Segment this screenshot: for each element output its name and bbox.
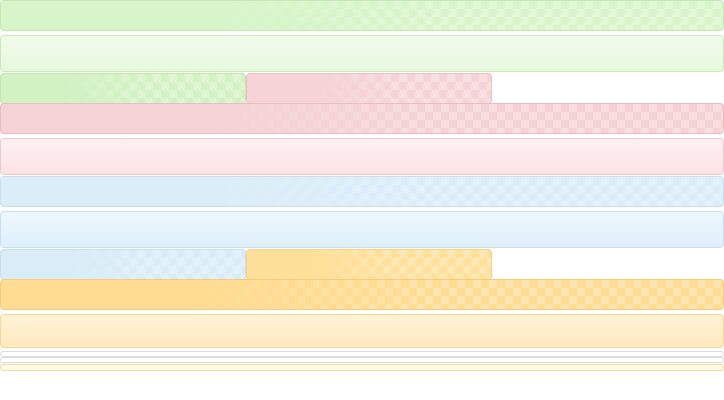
red-tab[interactable] xyxy=(246,73,492,104)
blue-header-bar xyxy=(0,176,724,207)
orange-header-bar xyxy=(0,279,724,310)
thin-strip-3 xyxy=(0,364,724,371)
red-body-panel xyxy=(0,138,724,175)
thin-strip-2 xyxy=(0,357,724,363)
blue-tab[interactable] xyxy=(0,249,246,280)
theme-swatch-sheet xyxy=(0,0,724,400)
green-header-bar xyxy=(0,0,724,31)
orange-tab[interactable] xyxy=(246,249,492,280)
blue-body-panel xyxy=(0,211,724,248)
green-tab[interactable] xyxy=(0,73,246,104)
red-header-bar xyxy=(0,103,724,134)
orange-body-panel xyxy=(0,314,724,348)
green-body-panel xyxy=(0,35,724,72)
